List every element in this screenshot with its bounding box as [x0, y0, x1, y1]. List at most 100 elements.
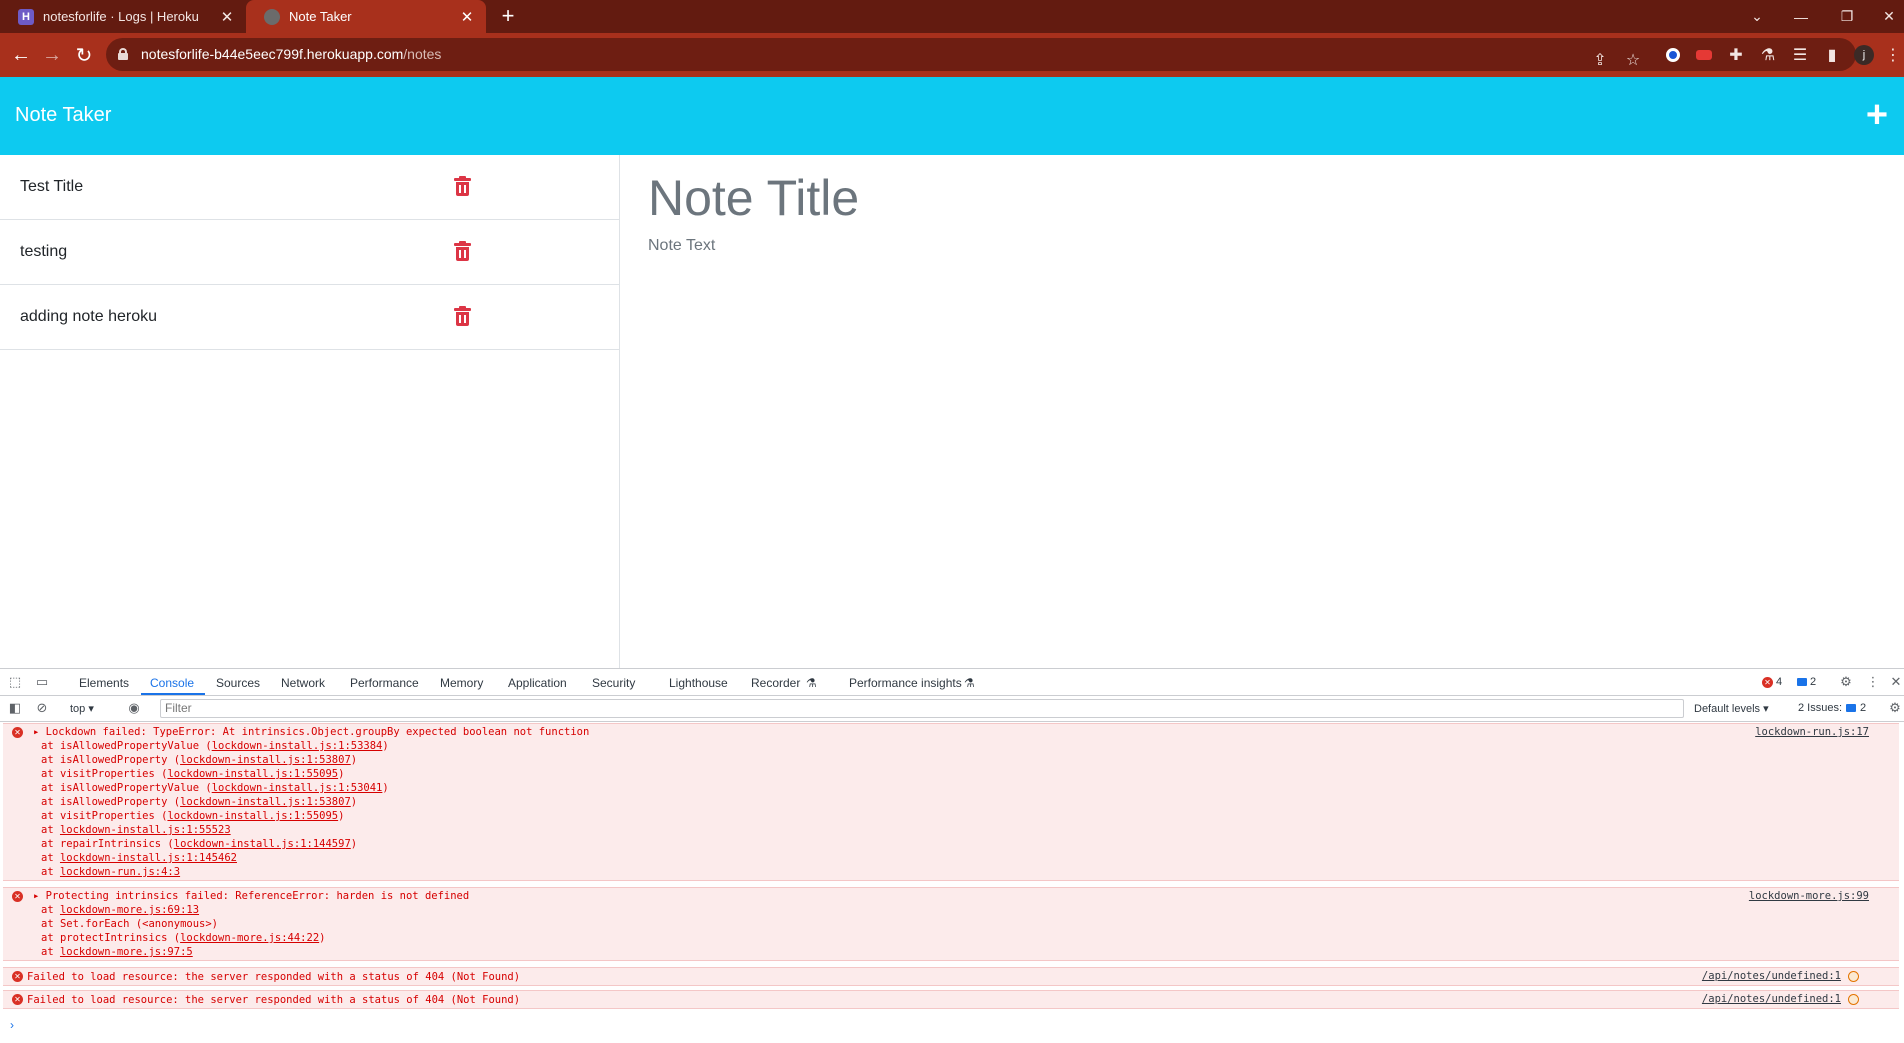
inspect-element-icon[interactable]: ⬚: [7, 674, 23, 690]
stack-line: at repairIntrinsics (lockdown-install.js…: [41, 838, 358, 850]
log-levels-dropdown[interactable]: Default levels ▾: [1694, 702, 1769, 715]
more-options-icon[interactable]: ⋮: [1865, 674, 1881, 690]
app-navbar: Note Taker +: [0, 77, 1904, 155]
device-toolbar-icon[interactable]: ▭: [34, 674, 50, 690]
new-note-plus-icon[interactable]: +: [1862, 96, 1892, 134]
sidebar-toggle-icon[interactable]: ◧: [7, 700, 23, 716]
network-globe-icon[interactable]: [1848, 971, 1859, 982]
issues-button[interactable]: 2 Issues: 2: [1798, 702, 1866, 714]
clear-console-icon[interactable]: ⊘: [34, 700, 50, 716]
reading-list-icon[interactable]: ☰: [1786, 41, 1814, 69]
back-icon[interactable]: ←: [8, 42, 34, 68]
console-prompt[interactable]: ›: [10, 1018, 14, 1032]
note-list-item[interactable]: testing: [0, 220, 619, 285]
share-icon[interactable]: ⇪: [1586, 46, 1614, 74]
minimize-button[interactable]: —: [1784, 0, 1818, 33]
stack-line: at isAllowedProperty (lockdown-install.j…: [41, 796, 358, 808]
browser-toolbar: ← → ↻ notesforlife-b44e5eec799f.herokuap…: [0, 33, 1904, 77]
source-link[interactable]: lockdown-run.js:17: [1755, 726, 1869, 738]
console-error-message[interactable]: ✕ Failed to load resource: the server re…: [3, 967, 1899, 986]
delete-trash-icon[interactable]: [454, 176, 471, 196]
tab-elements[interactable]: Elements: [79, 676, 129, 690]
delete-trash-icon[interactable]: [454, 306, 471, 326]
tab-application[interactable]: Application: [508, 676, 567, 690]
url-text[interactable]: notesforlife-b44e5eec799f.herokuapp.com/…: [141, 46, 441, 62]
stack-line: at lockdown-install.js:1:145462: [41, 852, 237, 864]
extension-red-icon[interactable]: [1690, 41, 1718, 69]
forward-icon[interactable]: →: [39, 42, 65, 68]
console-filter-input[interactable]: Filter: [160, 699, 1684, 718]
tab-sources[interactable]: Sources: [216, 676, 260, 690]
note-text-textarea[interactable]: Note Text: [648, 237, 715, 255]
lock-icon[interactable]: [118, 48, 128, 60]
extension-blue-icon[interactable]: [1659, 41, 1687, 69]
profile-avatar[interactable]: j: [1850, 41, 1878, 69]
side-panel-icon[interactable]: ▮: [1818, 41, 1846, 69]
browser-tab-note-taker[interactable]: Note Taker ✕: [246, 0, 486, 33]
stack-line: at lockdown-more.js:69:13: [41, 904, 200, 916]
flask-icon: ⚗: [806, 676, 817, 690]
console-error-message[interactable]: ✕ ▸ Protecting intrinsics failed: Refere…: [3, 887, 1899, 961]
note-list-item[interactable]: adding note heroku: [0, 285, 619, 350]
note-list-item-title[interactable]: testing: [20, 243, 67, 261]
console-settings-icon[interactable]: ⚙: [1887, 700, 1903, 716]
browser-menu-icon[interactable]: ⋮: [1884, 41, 1902, 69]
stack-line: at lockdown-more.js:97:5: [41, 946, 193, 958]
note-title-input[interactable]: Note Title: [648, 169, 859, 227]
labs-flask-icon[interactable]: ⚗: [1754, 41, 1782, 69]
console-error-message[interactable]: ✕ ▸ Lockdown failed: TypeError: At intri…: [3, 723, 1899, 881]
note-list: Test Title testing adding note heroku: [0, 155, 620, 668]
settings-gear-icon[interactable]: ⚙: [1838, 674, 1854, 690]
network-globe-icon[interactable]: [1848, 994, 1859, 1005]
new-tab-button[interactable]: +: [496, 4, 520, 28]
browser-tabstrip: H notesforlife · Logs | Heroku ✕ Note Ta…: [0, 0, 1904, 33]
browser-tab-heroku-logs[interactable]: H notesforlife · Logs | Heroku ✕: [0, 0, 246, 33]
source-link[interactable]: /api/notes/undefined:1: [1702, 970, 1841, 982]
tab-security[interactable]: Security: [592, 676, 635, 690]
error-text[interactable]: Failed to load resource: the server resp…: [27, 993, 520, 1007]
delete-trash-icon[interactable]: [454, 241, 471, 261]
error-text[interactable]: ▸ Protecting intrinsics failed: Referenc…: [33, 889, 469, 903]
error-count-badge[interactable]: ✕ 4: [1762, 676, 1782, 688]
close-window-button[interactable]: ✕: [1872, 0, 1904, 33]
extensions-puzzle-icon[interactable]: ✚: [1722, 41, 1750, 69]
tab-lighthouse[interactable]: Lighthouse: [669, 676, 728, 690]
close-devtools-icon[interactable]: ✕: [1888, 674, 1904, 690]
flask-icon: ⚗: [964, 676, 975, 690]
error-text[interactable]: ▸ Lockdown failed: TypeError: At intrins…: [33, 725, 589, 739]
address-bar[interactable]: notesforlife-b44e5eec799f.herokuapp.com/…: [106, 38, 1856, 71]
stack-line: at lockdown-run.js:4:3: [41, 866, 181, 878]
error-icon: ✕: [12, 891, 23, 902]
tab-recorder[interactable]: Recorder: [751, 676, 800, 690]
source-link[interactable]: /api/notes/undefined:1: [1702, 993, 1841, 1005]
stack-line: at Set.forEach (<anonymous>): [41, 918, 219, 930]
error-text[interactable]: Failed to load resource: the server resp…: [27, 970, 520, 984]
note-list-item-title[interactable]: adding note heroku: [20, 308, 157, 326]
stack-line: at isAllowedPropertyValue (lockdown-inst…: [41, 740, 389, 752]
close-tab-icon[interactable]: ✕: [218, 8, 236, 26]
tab-memory[interactable]: Memory: [440, 676, 483, 690]
reload-icon[interactable]: ↻: [71, 42, 97, 68]
tab-search-icon[interactable]: ⌄: [1740, 0, 1774, 33]
tab-performance-insights[interactable]: Performance insights: [849, 676, 962, 690]
devtools-tabbar: ⬚ ▭ Elements Console Sources Network Per…: [0, 669, 1904, 696]
stack-line: at isAllowedProperty (lockdown-install.j…: [41, 754, 358, 766]
error-icon: ✕: [12, 727, 23, 738]
note-list-item[interactable]: Test Title: [0, 155, 619, 220]
tab-performance[interactable]: Performance: [350, 676, 419, 690]
restore-button[interactable]: ❐: [1830, 0, 1864, 33]
tab-network[interactable]: Network: [281, 676, 325, 690]
bookmark-star-icon[interactable]: ☆: [1619, 46, 1647, 74]
console-filter-bar: ◧ ⊘ top ▾ ◉ Filter Default levels ▾ 2 Is…: [0, 696, 1904, 722]
console-error-message[interactable]: ✕ Failed to load resource: the server re…: [3, 990, 1899, 1009]
message-icon: [1846, 704, 1857, 712]
tab-console[interactable]: Console: [150, 676, 194, 690]
live-expression-eye-icon[interactable]: ◉: [126, 700, 142, 716]
close-tab-icon[interactable]: ✕: [458, 8, 476, 26]
app-brand[interactable]: Note Taker: [15, 104, 111, 127]
info-count-badge[interactable]: 2: [1797, 676, 1816, 688]
devtools-panel: ⬚ ▭ Elements Console Sources Network Per…: [0, 668, 1904, 1042]
source-link[interactable]: lockdown-more.js:99: [1749, 890, 1869, 902]
note-list-item-title[interactable]: Test Title: [20, 178, 83, 196]
context-select[interactable]: top ▾: [70, 702, 94, 715]
